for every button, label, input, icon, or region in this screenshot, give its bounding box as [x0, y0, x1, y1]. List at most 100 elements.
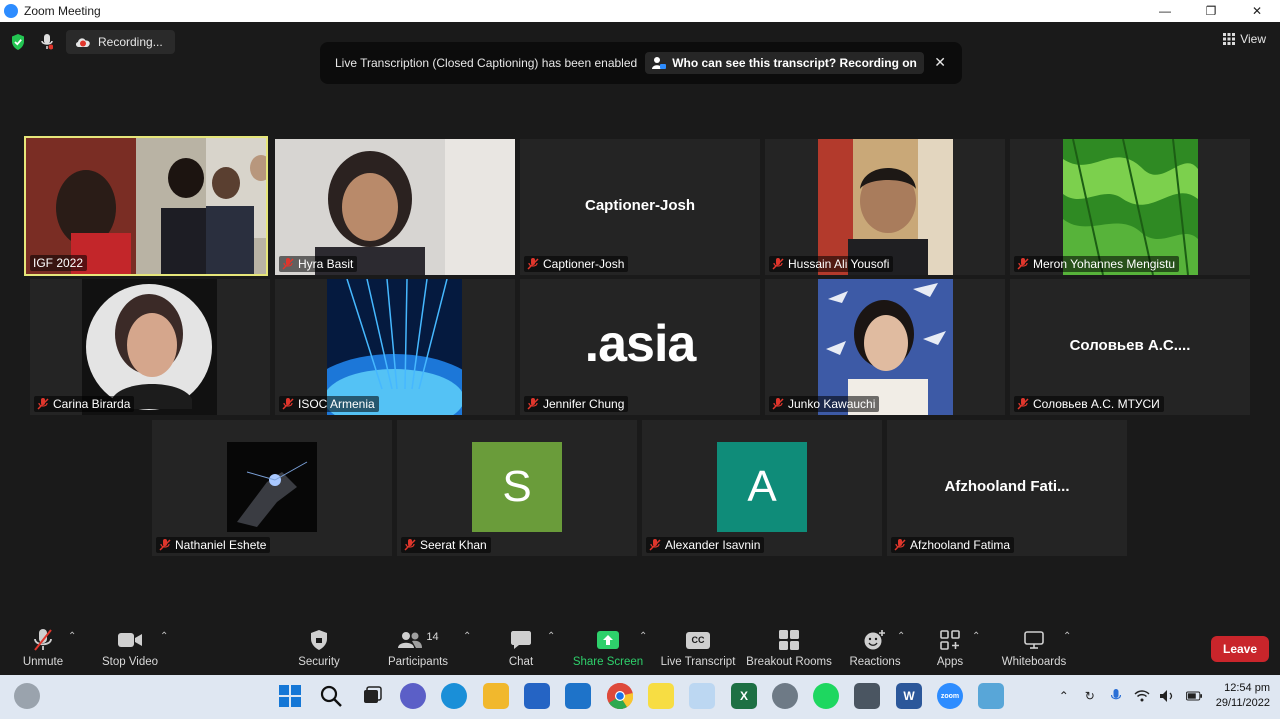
participant-name-bar: Hussain Ali Yousofi — [769, 256, 894, 272]
vpn-globe-icon[interactable] — [978, 683, 1004, 709]
participant-name: Seerat Khan — [420, 538, 487, 552]
share-options-chevron-up-icon[interactable]: ⌃ — [639, 631, 647, 642]
participant-display-name: Afzhooland Fati... — [944, 477, 1070, 495]
asia-logo-text: .asia — [584, 315, 697, 373]
participants-options-chevron-up-icon[interactable]: ⌃ — [463, 631, 471, 642]
apps-options-chevron-up-icon[interactable]: ⌃ — [972, 631, 980, 642]
reactions-options-chevron-up-icon[interactable]: ⌃ — [897, 631, 905, 642]
apps-icon — [940, 629, 960, 651]
video-tile-hyra-basit[interactable]: Hyra Basit — [275, 139, 515, 275]
video-tile-alexander-isavnin[interactable]: A Alexander Isavnin — [642, 420, 882, 556]
muted-mic-icon — [282, 398, 294, 410]
sticky-notes-icon[interactable] — [648, 683, 674, 709]
video-tile-igf-2022[interactable]: IGF 2022 — [24, 136, 268, 276]
file-explorer-icon[interactable] — [483, 683, 509, 709]
chat-options-chevron-up-icon[interactable]: ⌃ — [547, 631, 555, 642]
settings-gear-icon[interactable] — [772, 683, 798, 709]
microsoft-store-icon[interactable] — [524, 683, 550, 709]
participant-name-bar: Carina Birarda — [34, 396, 135, 412]
recording-indicator[interactable]: Recording... — [66, 30, 175, 54]
leave-button[interactable]: Leave — [1211, 636, 1269, 662]
wifi-icon[interactable] — [1134, 688, 1150, 704]
audio-options-chevron-up-icon[interactable]: ⌃ — [68, 631, 76, 642]
encryption-shield-icon[interactable] — [8, 32, 28, 52]
security-button[interactable]: Security — [298, 629, 340, 668]
cc-badge-text: CC — [686, 631, 710, 649]
participant-name-bar: Nathaniel Eshete — [156, 537, 271, 553]
chevron-up-icon[interactable]: ⌃ — [1056, 688, 1072, 704]
sync-icon[interactable]: ↻ — [1082, 688, 1098, 704]
video-tile-hussain-ali-yousofi[interactable]: Hussain Ali Yousofi — [765, 139, 1005, 275]
breakout-rooms-button[interactable]: Breakout Rooms — [746, 629, 832, 668]
window-controls: — ❐ ✕ — [1142, 0, 1280, 22]
taskbar-clock[interactable]: 12:54 pm 29/11/2022 — [1216, 681, 1270, 711]
audio-status-icon[interactable] — [36, 32, 58, 52]
apps-button[interactable]: Apps — [936, 629, 964, 668]
closed-caption-icon: CC — [686, 629, 710, 651]
participant-profile-image — [1063, 139, 1198, 275]
windows-start-icon[interactable] — [277, 683, 303, 709]
whiteboards-button[interactable]: Whiteboards — [1001, 629, 1067, 668]
video-tile-captioner-josh[interactable]: Captioner-Josh Captioner-Josh — [520, 139, 760, 275]
participant-name: Carina Birarda — [53, 397, 131, 411]
apps-label: Apps — [936, 656, 964, 668]
spotify-icon[interactable] — [813, 683, 839, 709]
zoom-app-taskbar-icon[interactable]: zoom — [937, 683, 963, 709]
participants-icon: 14 — [397, 629, 439, 651]
breakout-rooms-label: Breakout Rooms — [746, 656, 832, 668]
video-tile-isoc-armenia[interactable]: ISOC Armenia — [275, 279, 515, 415]
windows-taskbar: X W zoom ⌃ ↻ 12:54 pm 29/11/2022 — [0, 675, 1280, 719]
weather-widget-icon[interactable] — [14, 683, 40, 709]
grid-view-icon — [1223, 33, 1236, 45]
mail-icon[interactable] — [565, 683, 591, 709]
speaker-volume-icon[interactable] — [1159, 688, 1176, 704]
task-view-icon[interactable] — [359, 683, 385, 709]
battery-icon[interactable] — [1185, 688, 1202, 704]
video-tile-seerat-khan[interactable]: S Seerat Khan — [397, 420, 637, 556]
participants-button[interactable]: 14 Participants — [388, 629, 448, 668]
close-banner-icon[interactable]: ✕ — [934, 54, 946, 71]
participant-name: Nathaniel Eshete — [175, 538, 267, 552]
search-icon[interactable] — [318, 683, 344, 709]
video-tile-junko-kawauchi[interactable]: Junko Kawauchi — [765, 279, 1005, 415]
who-can-see-transcript-button[interactable]: Who can see this transcript? Recording o… — [645, 52, 924, 74]
reactions-label: Reactions — [849, 656, 901, 668]
minimize-icon[interactable]: — — [1142, 0, 1188, 22]
live-transcript-button[interactable]: CC Live Transcript — [660, 629, 736, 668]
chat-button[interactable]: Chat — [507, 629, 535, 668]
video-tile-afzhooland-fatima[interactable]: Afzhooland Fati... Afzhooland Fatima — [887, 420, 1127, 556]
active-app-icon[interactable] — [689, 683, 715, 709]
close-window-icon[interactable]: ✕ — [1234, 0, 1280, 22]
video-options-chevron-up-icon[interactable]: ⌃ — [160, 631, 168, 642]
chrome-browser-icon[interactable] — [607, 683, 633, 709]
video-camera-icon — [118, 629, 142, 651]
word-icon[interactable]: W — [896, 683, 922, 709]
reactions-button[interactable]: Reactions — [849, 629, 901, 668]
live-transcript-label: Live Transcript — [660, 656, 736, 668]
whiteboards-options-chevron-up-icon[interactable]: ⌃ — [1063, 631, 1071, 642]
view-button[interactable]: View — [1223, 32, 1266, 46]
video-tile-nathaniel-eshete[interactable]: Nathaniel Eshete — [152, 420, 392, 556]
participant-name: Hyra Basit — [298, 257, 354, 271]
excel-icon[interactable]: X — [731, 683, 757, 709]
participant-name: Afzhooland Fatima — [910, 538, 1011, 552]
who-can-see-label: Who can see this transcript? Recording o… — [672, 56, 917, 70]
microphone-tray-icon[interactable] — [1108, 688, 1124, 704]
video-tile-jennifer-chung[interactable]: .asia Jennifer Chung — [520, 279, 760, 415]
participant-name: Meron Yohannes Mengistu — [1033, 257, 1176, 271]
muted-mic-icon — [527, 258, 539, 270]
video-tile-solovyev[interactable]: Соловьев А.С.... Соловьев А.С. МТУСИ — [1010, 279, 1250, 415]
share-screen-button[interactable]: Share Screen — [573, 629, 643, 668]
restore-icon[interactable]: ❐ — [1188, 0, 1234, 22]
muted-mic-icon — [282, 258, 294, 270]
calculator-icon[interactable] — [854, 683, 880, 709]
edge-browser-icon[interactable] — [441, 683, 467, 709]
unmute-button[interactable]: Unmute — [22, 629, 64, 668]
video-tile-meron-yohannes-mengistu[interactable]: Meron Yohannes Mengistu — [1010, 139, 1250, 275]
video-tile-carina-birarda[interactable]: Carina Birarda — [30, 279, 270, 415]
muted-microphone-icon — [33, 629, 53, 651]
stop-video-button[interactable]: Stop Video — [101, 629, 159, 668]
participant-avatar: A — [717, 442, 807, 532]
teams-chat-icon[interactable] — [400, 683, 426, 709]
muted-mic-icon — [527, 398, 539, 410]
